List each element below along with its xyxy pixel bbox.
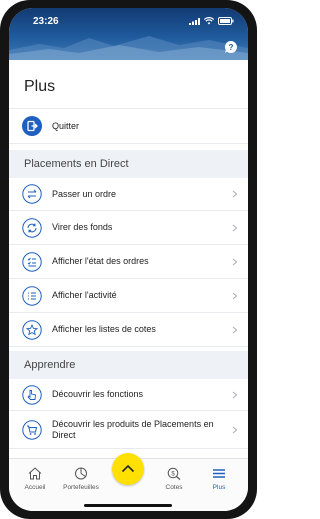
menu-item-virer-fonds[interactable]: Virer des fonds — [9, 211, 248, 245]
list-icon — [22, 285, 42, 306]
app-header: 23:26 ? — [9, 8, 248, 60]
quick-action-button[interactable] — [112, 453, 144, 485]
pie-chart-icon — [75, 467, 87, 480]
help-chat-icon[interactable]: ? — [224, 40, 238, 54]
chevron-right-icon — [232, 292, 238, 299]
tab-label: Accueil — [24, 484, 46, 491]
star-icon — [22, 319, 42, 340]
checklist-icon — [22, 251, 42, 272]
menu-item-decouvrir-fonctions[interactable]: Découvrir les fonctions — [9, 379, 248, 411]
signal-icon — [189, 17, 200, 25]
menu-item-label: Afficher l'activité — [52, 290, 117, 300]
home-icon — [28, 467, 42, 480]
pointer-icon — [22, 384, 42, 405]
svg-text:$: $ — [171, 471, 175, 477]
menu-item-label: Passer un ordre — [52, 188, 117, 199]
chevron-right-icon — [232, 224, 238, 231]
cart-icon — [22, 419, 42, 440]
chevron-right-icon — [232, 391, 238, 398]
screen: 23:26 ? Plus Quitter Placements en Direc… — [9, 8, 248, 511]
phone-frame: 23:26 ? Plus Quitter Placements en Direc… — [0, 0, 257, 519]
page-title: Plus — [24, 78, 56, 95]
menu-item-label: Découvrir les fonctions — [52, 389, 144, 399]
chevron-right-icon — [232, 426, 238, 433]
chevron-up-icon — [121, 464, 135, 473]
section-header-apprendre: Apprendre — [9, 351, 248, 379]
logout-icon — [22, 116, 42, 136]
menu-item-label: Découvrir les produits de Placements en … — [52, 418, 214, 440]
tab-portefeuilles[interactable]: Portefeuilles — [61, 467, 101, 491]
chevron-right-icon — [232, 258, 238, 265]
tab-accueil[interactable]: Accueil — [15, 467, 55, 491]
battery-icon — [218, 17, 234, 25]
menu-item-activite[interactable]: Afficher l'activité — [9, 279, 248, 313]
menu-item-decouvrir-produits[interactable]: Découvrir les produits de Placements en … — [9, 411, 248, 449]
home-indicator — [84, 504, 172, 507]
tab-label: Plus — [212, 484, 226, 491]
dollar-search-icon: $ — [167, 467, 181, 480]
tab-plus[interactable]: Plus — [199, 467, 239, 491]
tab-cotes[interactable]: $ Cotes — [154, 467, 194, 491]
svg-text:?: ? — [229, 43, 234, 52]
menu-item-label: Afficher les listes de cotes — [52, 324, 156, 334]
menu-item-label: Afficher l'état des ordres — [52, 256, 149, 266]
tab-label: Portefeuilles — [63, 484, 99, 491]
menu-item-etat-ordres[interactable]: Afficher l'état des ordres — [9, 245, 248, 279]
chevron-right-icon — [232, 326, 238, 333]
menu-item-passer-ordre[interactable]: Passer un ordre — [9, 178, 248, 211]
refresh-icon — [22, 217, 42, 238]
menu-item-label: Virer des fonds — [52, 222, 113, 232]
quit-button[interactable]: Quitter — [9, 108, 248, 144]
wifi-icon — [204, 17, 214, 25]
menu-item-listes-cotes[interactable]: Afficher les listes de cotes — [9, 313, 248, 347]
quit-label: Quitter — [52, 120, 80, 131]
tab-label: Cotes — [165, 484, 183, 491]
section-header-placements: Placements en Direct — [9, 150, 248, 178]
menu-icon — [213, 469, 225, 478]
swap-arrows-icon — [22, 184, 42, 204]
status-time: 23:26 — [33, 16, 59, 27]
chevron-right-icon — [232, 190, 238, 198]
status-icons — [189, 17, 234, 25]
header-mountain-image — [9, 36, 248, 60]
